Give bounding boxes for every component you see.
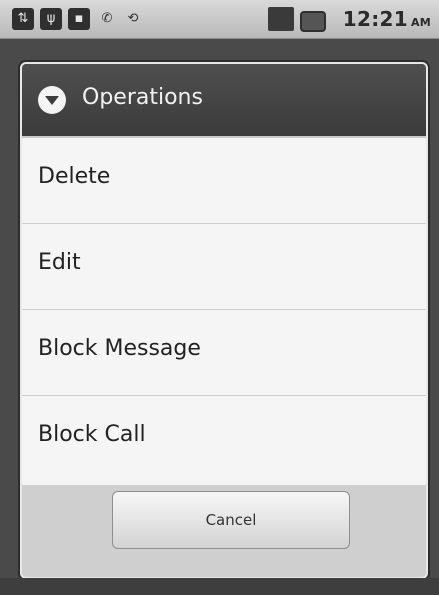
menu-list: Delete Edit Block Message Block Call bbox=[22, 138, 426, 481]
menu-item-label: Delete bbox=[38, 164, 111, 189]
clock-ampm: AM bbox=[410, 16, 431, 29]
status-clock: 12:21 AM bbox=[343, 7, 431, 31]
cancel-button[interactable]: Cancel bbox=[112, 491, 350, 549]
usb-debug-icon: ψ bbox=[40, 8, 62, 30]
usb-icon: ⇅ bbox=[12, 8, 34, 30]
sync-icon: ⟲ bbox=[127, 11, 139, 26]
menu-item-delete[interactable]: Delete bbox=[22, 138, 426, 224]
phone-missed-icon: ✆ bbox=[101, 11, 113, 26]
battery-icon bbox=[300, 11, 326, 32]
background-strip bbox=[0, 578, 439, 595]
phone-screen: ⇅ ψ ▪ ✆ ⟲ 12:21 AM Operations Delete Edit… bbox=[0, 0, 439, 595]
dialog-button-bar: Cancel bbox=[22, 485, 426, 577]
dropdown-circle-icon bbox=[38, 86, 66, 114]
menu-item-label: Block Call bbox=[38, 422, 146, 447]
sd-card-icon: ▪ bbox=[68, 8, 90, 30]
menu-item-edit[interactable]: Edit bbox=[22, 224, 426, 310]
dialog-title: Operations bbox=[82, 85, 203, 110]
status-bar: ⇅ ψ ▪ ✆ ⟲ 12:21 AM bbox=[0, 0, 439, 39]
operations-dialog: Operations Delete Edit Block Message Blo… bbox=[20, 62, 428, 579]
menu-item-label: Edit bbox=[38, 250, 81, 275]
signal-icon bbox=[268, 7, 294, 31]
dialog-header: Operations bbox=[22, 64, 426, 138]
menu-item-block-call[interactable]: Block Call bbox=[22, 396, 426, 481]
menu-item-block-message[interactable]: Block Message bbox=[22, 310, 426, 396]
menu-item-label: Block Message bbox=[38, 336, 201, 361]
clock-time: 12:21 bbox=[342, 7, 408, 31]
